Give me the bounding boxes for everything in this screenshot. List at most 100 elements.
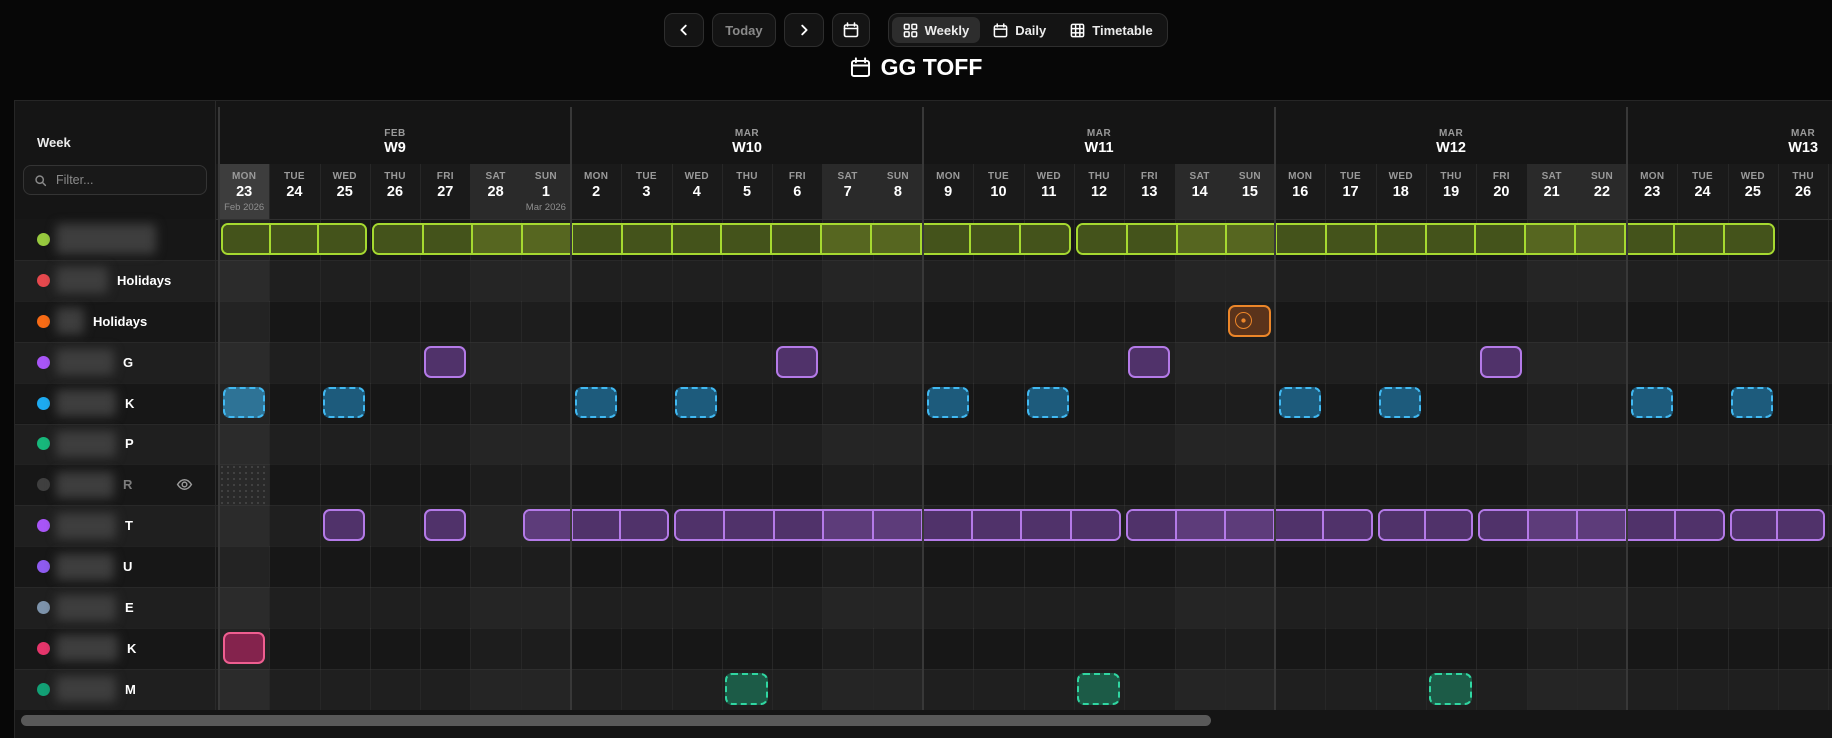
- event-day-cell: [570, 511, 619, 540]
- calendar-event[interactable]: [323, 509, 366, 542]
- sidebar-row[interactable]: [15, 219, 215, 260]
- day-of-week-label: MON: [584, 171, 609, 182]
- calendar-event-bar[interactable]: [1478, 509, 1725, 542]
- day-number-label: 3: [642, 184, 651, 200]
- redacted-name: [56, 635, 118, 662]
- sidebar-row[interactable]: G: [15, 342, 215, 383]
- calendar-event[interactable]: [323, 386, 366, 419]
- day-header-cell[interactable]: WED 4: [672, 164, 722, 219]
- event-day-cell: [970, 511, 1021, 540]
- day-header-cell[interactable]: SAT 7: [822, 164, 873, 219]
- day-header-cell[interactable]: THU 5: [722, 164, 772, 219]
- calendar-event-bar[interactable]: [371, 223, 1071, 255]
- day-header-cell[interactable]: FRI 13: [1124, 164, 1174, 219]
- week-label: MAR W12: [1275, 128, 1627, 156]
- sidebar-row[interactable]: T: [15, 505, 215, 546]
- tab-timetable[interactable]: Timetable: [1059, 17, 1163, 43]
- day-header-cell[interactable]: THU 19: [1426, 164, 1476, 219]
- calendar-panel: FEB W9 MAR W10 MAR W11 MAR W12 MAR W13 MON 23 Feb 20…: [14, 100, 1832, 738]
- calendar-event[interactable]: [1127, 345, 1170, 378]
- sidebar-row[interactable]: K: [15, 383, 215, 424]
- day-header-cell[interactable]: FRI 6: [772, 164, 822, 219]
- calendar-event[interactable]: [1379, 386, 1422, 419]
- horizontal-scrollbar-thumb[interactable]: [21, 714, 1211, 726]
- day-header-cell[interactable]: SAT 28: [470, 164, 521, 219]
- visibility-eye-icon[interactable]: [176, 476, 193, 493]
- tab-weekly[interactable]: Weekly: [891, 17, 981, 43]
- day-header-cell[interactable]: MON 9: [923, 164, 973, 219]
- day-header-cell[interactable]: SUN 1 Mar 2026: [520, 164, 572, 219]
- calendar-event[interactable]: [926, 386, 969, 419]
- day-number-label: 25: [336, 184, 353, 200]
- calendar-event[interactable]: [574, 386, 617, 419]
- day-header-cell[interactable]: THU 26: [370, 164, 420, 219]
- next-week-button[interactable]: [783, 13, 824, 47]
- day-header-cell[interactable]: THU 26: [1778, 164, 1828, 219]
- chevron-left-icon: [677, 23, 691, 37]
- calendar-event[interactable]: [222, 386, 265, 419]
- day-header-cell[interactable]: MON 23: [1627, 164, 1677, 219]
- day-header-cell[interactable]: SUN 8: [872, 164, 924, 219]
- calendar-event[interactable]: [1077, 672, 1120, 705]
- day-header-cell[interactable]: WED 25: [320, 164, 370, 219]
- calendar-event-bar[interactable]: [1729, 509, 1826, 542]
- day-header-cell[interactable]: SAT 21: [1526, 164, 1577, 219]
- calendar-event-bar[interactable]: [1126, 509, 1373, 542]
- day-header-cell[interactable]: SAT 14: [1174, 164, 1225, 219]
- day-header-cell[interactable]: TUE 24: [1677, 164, 1727, 219]
- sidebar-row[interactable]: Holidays: [15, 301, 215, 342]
- row-color-dot: [37, 355, 50, 369]
- calendar-event[interactable]: [423, 509, 466, 542]
- day-of-week-label: TUE: [283, 171, 305, 182]
- calendar-event[interactable]: [725, 672, 768, 705]
- day-header-cell[interactable]: WED 11: [1024, 164, 1074, 219]
- day-header-cell[interactable]: MON 16: [1275, 164, 1325, 219]
- sidebar-row[interactable]: U: [15, 546, 215, 587]
- day-header-cell[interactable]: FRI 20: [1476, 164, 1526, 219]
- sidebar-row[interactable]: M: [15, 669, 215, 710]
- today-button[interactable]: Today: [712, 13, 776, 47]
- calendar-event[interactable]: [1479, 345, 1523, 378]
- calendar-event-bar[interactable]: [1377, 509, 1474, 542]
- calendar-event[interactable]: [1731, 386, 1774, 419]
- calendar-event[interactable]: [1027, 386, 1070, 419]
- tab-daily[interactable]: Daily: [982, 17, 1057, 43]
- day-header-cell[interactable]: TUE 3: [621, 164, 671, 219]
- day-header-cell[interactable]: FRI 27: [420, 164, 470, 219]
- calendar-event[interactable]: [423, 345, 466, 378]
- week-gridline: [1626, 107, 1629, 710]
- calendar-event-bar[interactable]: [522, 509, 669, 542]
- event-day-cell: [820, 225, 870, 253]
- day-header-cell[interactable]: WED 25: [1728, 164, 1778, 219]
- calendar-event[interactable]: [1278, 386, 1321, 419]
- calendar-event-bar[interactable]: [673, 509, 1122, 542]
- day-header-cell[interactable]: MON 23 Feb 2026: [219, 164, 270, 219]
- day-header-cell[interactable]: WED 18: [1376, 164, 1426, 219]
- calendar-event[interactable]: [1228, 304, 1271, 337]
- date-picker-button[interactable]: [831, 13, 870, 47]
- day-header-cell[interactable]: SUN 15: [1224, 164, 1276, 219]
- sidebar-row[interactable]: P: [15, 424, 215, 465]
- day-header-cell[interactable]: SUN 22: [1576, 164, 1628, 219]
- event-day-cell: [675, 511, 724, 540]
- calendar-event[interactable]: [775, 345, 818, 378]
- event-day-cell: [1225, 225, 1276, 253]
- sidebar-row[interactable]: E: [15, 587, 215, 628]
- calendar-event[interactable]: [1630, 386, 1673, 419]
- calendar-event[interactable]: [222, 632, 265, 664]
- sidebar-row[interactable]: K: [15, 628, 215, 669]
- day-header-cell[interactable]: TUE 10: [973, 164, 1023, 219]
- sidebar-row[interactable]: Holidays: [15, 260, 215, 301]
- event-day-cell: [1673, 511, 1723, 540]
- sidebar-row[interactable]: R: [15, 464, 215, 505]
- calendar-event[interactable]: [1429, 672, 1472, 705]
- day-header-cell[interactable]: THU 12: [1074, 164, 1124, 219]
- day-header-cell[interactable]: TUE 17: [1325, 164, 1375, 219]
- prev-week-button[interactable]: [664, 13, 705, 47]
- day-header-cell[interactable]: TUE 24: [269, 164, 319, 219]
- calendar-event-bar[interactable]: [221, 223, 367, 255]
- filter-input[interactable]: [54, 172, 196, 188]
- calendar-event-bar[interactable]: [1075, 223, 1775, 255]
- calendar-event[interactable]: [675, 386, 718, 419]
- day-header-cell[interactable]: MON 2: [571, 164, 621, 219]
